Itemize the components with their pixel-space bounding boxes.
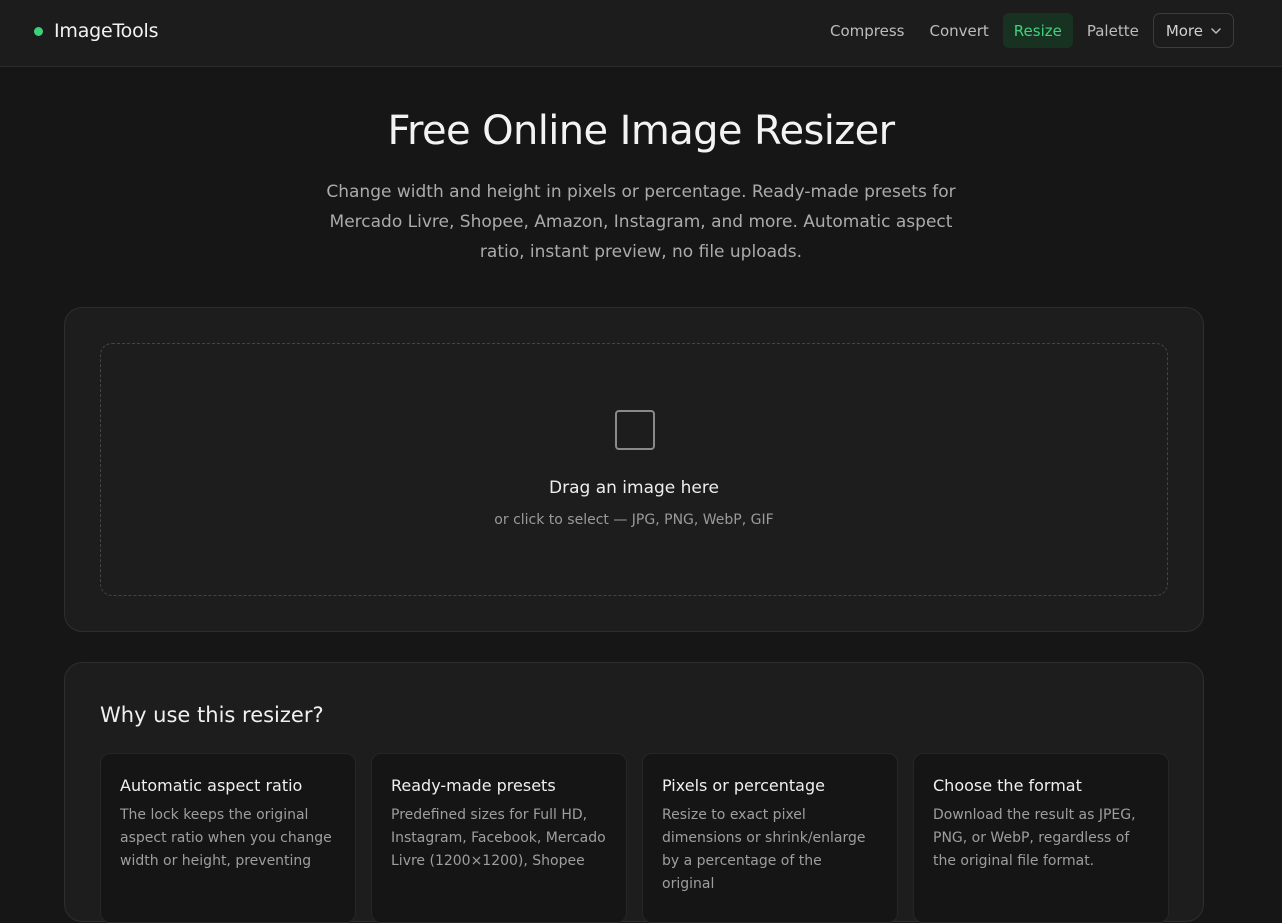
- feature-title: Pixels or percentage: [662, 776, 825, 795]
- feature-card-format: Choose the format Download the result as…: [913, 753, 1169, 923]
- feature-description: Download the result as JPEG, PNG, or Web…: [933, 807, 1136, 869]
- nav-link-palette[interactable]: Palette: [1076, 13, 1150, 48]
- main-nav: Compress Convert Resize Palette More: [816, 13, 1234, 48]
- more-label: More: [1165, 21, 1203, 40]
- nav-link-compress[interactable]: Compress: [819, 13, 915, 48]
- image-dropzone[interactable]: Drag an image here or click to select — …: [100, 343, 1168, 596]
- page-title: Free Online Image Resizer: [387, 108, 896, 154]
- brand-logo[interactable]: ImageTools: [34, 18, 159, 44]
- why-section: Why use this resizer? Automatic aspect r…: [64, 662, 1204, 923]
- brand-name: ImageTools: [54, 20, 159, 42]
- feature-grid: Automatic aspect ratio The lock keeps th…: [100, 753, 1169, 923]
- upload-card: Drag an image here or click to select — …: [64, 307, 1204, 632]
- feature-card-pixels-percentage: Pixels or percentage Resize to exact pix…: [642, 753, 898, 923]
- feature-description: Resize to exact pixel dimensions or shri…: [662, 807, 866, 892]
- dropzone-title: Drag an image here: [549, 478, 719, 498]
- chevron-down-icon: [1211, 27, 1221, 34]
- feature-card-presets: Ready-made presets Predefined sizes for …: [371, 753, 627, 923]
- nav-link-convert[interactable]: Convert: [918, 13, 999, 48]
- feature-description: Predefined sizes for Full HD, Instagram,…: [391, 807, 606, 869]
- feature-title: Choose the format: [933, 776, 1082, 795]
- feature-title: Automatic aspect ratio: [120, 776, 303, 795]
- more-dropdown-button[interactable]: More: [1152, 13, 1234, 48]
- feature-title: Ready-made presets: [391, 776, 556, 795]
- image-icon: [615, 410, 655, 450]
- dropzone-subtitle: or click to select — JPG, PNG, WebP, GIF: [494, 512, 774, 528]
- page-subtitle: Change width and height in pixels or per…: [326, 182, 956, 262]
- feature-description: The lock keeps the original aspect ratio…: [120, 807, 332, 869]
- feature-card-aspect-ratio: Automatic aspect ratio The lock keeps th…: [100, 753, 356, 923]
- why-section-title: Why use this resizer?: [100, 703, 324, 727]
- nav-link-resize[interactable]: Resize: [1002, 13, 1073, 48]
- brand-dot-icon: [34, 26, 43, 36]
- top-nav-bar: ImageTools Compress Convert Resize Palet…: [0, 0, 1282, 67]
